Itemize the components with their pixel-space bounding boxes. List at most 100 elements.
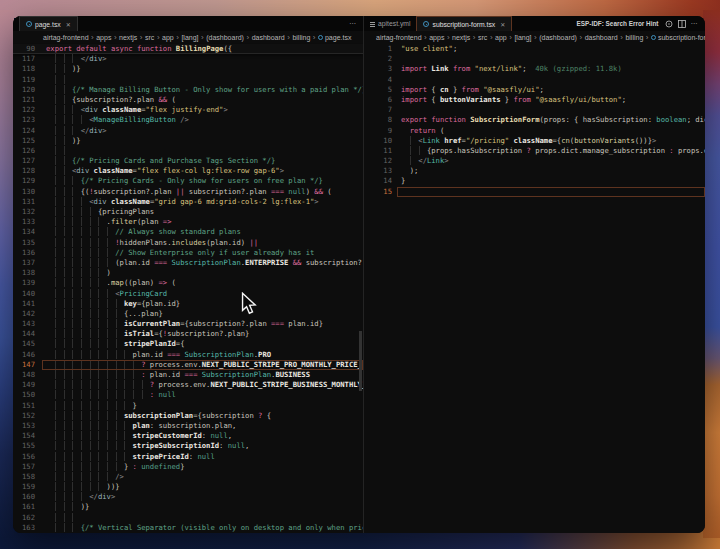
code-line[interactable]: 144 isTrial={!subscription?.plan} [13,329,363,339]
breadcrumb-item[interactable]: airtag-frontend [376,34,422,41]
code-line[interactable]: 124 </div> [13,126,363,136]
breadcrumb-item[interactable]: src [478,34,487,41]
code-line[interactable]: 161 )} [13,502,363,512]
line-number[interactable]: 122 [13,105,35,115]
line-number[interactable]: 148 [13,370,35,380]
code-line[interactable]: 7 [364,105,705,115]
line-number[interactable]: 135 [13,238,35,248]
line-number[interactable]: 141 [13,299,35,309]
breadcrumb-item[interactable]: dashboard [252,34,285,41]
feedback-icon[interactable] [665,20,673,28]
code-line[interactable]: 117 </div> [13,54,363,64]
code-line[interactable]: 149 ? process.env.NEXT_PUBLIC_STRIPE_BUS… [13,380,363,390]
code-line[interactable]: 123 <ManageBillingButton /> [13,115,363,125]
line-number[interactable]: 1 [364,44,392,54]
code-line[interactable]: 142 {...plan} [13,309,363,319]
breadcrumb[interactable]: airtag-frontend›apps›nextjs›src›app›[lan… [364,31,705,44]
line-number[interactable]: 153 [13,421,35,431]
line-number[interactable]: 156 [13,452,35,462]
breadcrumb-item[interactable]: nextjs [452,34,470,41]
code-line[interactable]: 15 [364,187,705,197]
code-line[interactable]: 133 .filter(plan => [13,217,363,227]
breadcrumb-item[interactable]: [lang] [514,34,531,41]
code-line[interactable]: 140 <PricingCard [13,289,363,299]
breadcrumb-file[interactable]: page.tsx [325,34,351,41]
code-line[interactable]: 125 )} [13,136,363,146]
code-line[interactable]: 134 // Always show standard plans [13,227,363,237]
line-number[interactable]: 134 [13,227,35,237]
breadcrumb-item[interactable]: apps [429,34,444,41]
line-number[interactable]: 15 [364,187,392,197]
line-number[interactable]: 4 [364,75,392,85]
line-number[interactable]: 118 [13,64,35,74]
line-number[interactable]: 129 [13,176,35,186]
line-number[interactable]: 149 [13,380,35,390]
editor-actions-more-icon[interactable]: ⋯ [343,20,363,28]
line-number[interactable]: 132 [13,207,35,217]
code-line[interactable]: 1"use client"; [364,44,705,54]
code-line[interactable]: 148 : plan.id === SubscriptionPlan.BUSIN… [13,370,363,380]
code-line[interactable]: 8export function SubscriptionForm(props:… [364,115,705,125]
line-number[interactable]: 128 [13,166,35,176]
line-number[interactable]: 145 [13,339,35,349]
line-number[interactable]: 144 [13,329,35,339]
code-line[interactable]: 137 (plan.id === SubscriptionPlan.ENTERP… [13,258,363,268]
code-line[interactable]: 153 plan: subscription.plan, [13,421,363,431]
breadcrumb-item[interactable]: billing [625,34,643,41]
code-line[interactable]: 9 return ( [364,126,705,136]
line-number[interactable]: 12 [364,156,392,166]
breadcrumb-item[interactable]: apps [96,34,111,41]
code-line[interactable]: 130 {(!subscription?.plan || subscriptio… [13,187,363,197]
code-line[interactable]: 118 )} [13,64,363,74]
code-line[interactable]: 12 </Link> [364,156,705,166]
line-number[interactable]: 117 [13,54,35,64]
line-number[interactable]: 121 [13,95,35,105]
code-line[interactable]: 127 {/* Pricing Cards and Purchase Tags … [13,156,363,166]
code-line[interactable]: 147 ? process.env.NEXT_PUBLIC_STRIPE_PRO… [13,360,363,370]
tab-subscription-form-tsx[interactable]: subscription-form.tsx ✕ [416,16,512,31]
line-number[interactable]: 160 [13,492,35,502]
line-number[interactable]: 138 [13,268,35,278]
code-line[interactable]: 139 .map((plan) => ( [13,278,363,288]
line-number[interactable]: 137 [13,258,35,268]
line-number[interactable]: 125 [13,136,35,146]
line-number[interactable]: 147 [13,360,35,370]
code-line[interactable]: 141 key={plan.id} [13,299,363,309]
code-line[interactable]: 143 isCurrentPlan={subscription?.plan ==… [13,319,363,329]
breadcrumb-item[interactable]: [lang] [181,34,198,41]
code-line[interactable]: 163 {/* Vertical Separator (visible only… [13,523,363,533]
line-number[interactable]: 136 [13,248,35,258]
code-line[interactable]: 159 ))} [13,482,363,492]
code-line[interactable]: 10 <Link href="/pricing" className={cn(b… [364,136,705,146]
line-number[interactable]: 6 [364,95,392,105]
tab-page-tsx[interactable]: page.tsx ✕ [19,16,78,31]
line-number[interactable]: 159 [13,482,35,492]
line-number[interactable]: 151 [13,401,35,411]
tab-apitest-yml[interactable]: apitest.yml [364,16,416,31]
line-number[interactable]: 140 [13,289,35,299]
code-line[interactable]: 152 subscriptionPlan={subscription ? { [13,411,363,421]
line-number[interactable]: 14 [364,176,392,186]
line-number[interactable]: 11 [364,146,392,156]
code-line[interactable]: 128 <div className="flex flex-col lg:fle… [13,166,363,176]
code-line[interactable]: 156 stripePriceId: null [13,452,363,462]
editor-right[interactable]: airtag-frontend›apps›nextjs›src›app›[lan… [364,31,705,533]
line-number[interactable]: 8 [364,115,392,125]
line-number[interactable]: 13 [364,166,392,176]
line-number[interactable]: 152 [13,411,35,421]
line-number[interactable]: 3 [364,64,392,74]
editor-left[interactable]: airtag-frontend›apps›nextjs›src›app›[lan… [13,31,364,533]
breadcrumb-item[interactable]: app [162,34,174,41]
code-line[interactable]: 154 stripeCustomerId: null, [13,431,363,441]
code-line[interactable]: 138 ) [13,268,363,278]
line-number[interactable]: 90 [13,44,35,53]
code-area-left[interactable]: 90export default async function BillingP… [13,44,363,533]
line-number[interactable]: 131 [13,197,35,207]
code-line[interactable]: 131 <div className="grid gap-6 md:grid-c… [13,197,363,207]
line-number[interactable]: 155 [13,441,35,451]
line-number[interactable]: 126 [13,146,35,156]
line-number[interactable]: 5 [364,85,392,95]
line-number[interactable]: 133 [13,217,35,227]
breadcrumb-item[interactable]: src [145,34,154,41]
code-line[interactable]: 146 plan.id === SubscriptionPlan.PRO [13,350,363,360]
